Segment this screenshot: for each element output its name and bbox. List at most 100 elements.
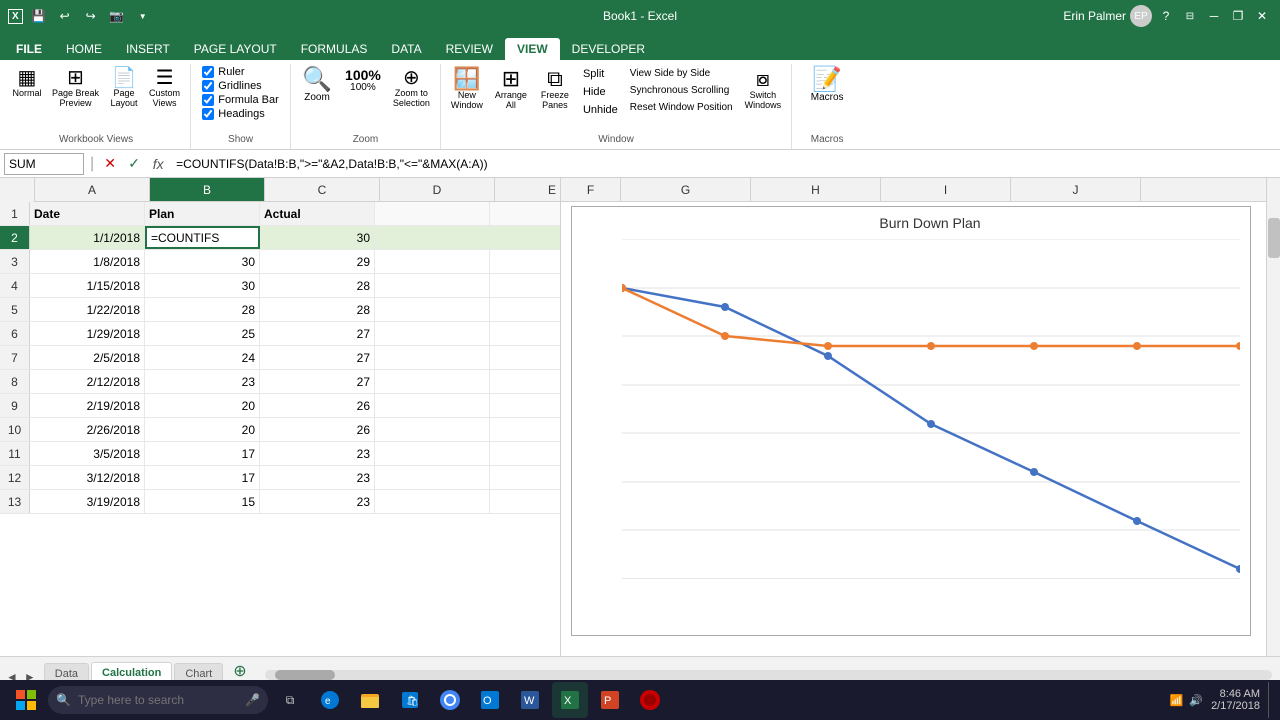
cell-D1[interactable] <box>375 202 490 225</box>
minimize-btn[interactable]: ─ <box>1204 6 1224 26</box>
cell-A13[interactable]: 3/19/2018 <box>30 490 145 513</box>
col-header-D[interactable]: D <box>380 178 495 201</box>
cell-E13[interactable] <box>490 490 560 513</box>
chrome-btn[interactable] <box>432 682 468 718</box>
show-desktop-btn[interactable] <box>1268 682 1272 718</box>
cell-D6[interactable] <box>375 322 490 345</box>
cell-A9[interactable]: 2/19/2018 <box>30 394 145 417</box>
cell-E10[interactable] <box>490 418 560 441</box>
tab-review[interactable]: REVIEW <box>434 38 505 60</box>
btn-page-layout[interactable]: 📄 PageLayout <box>105 66 143 110</box>
cell-C6[interactable]: 27 <box>260 322 375 345</box>
cell-D11[interactable] <box>375 442 490 465</box>
cell-B11[interactable]: 17 <box>145 442 260 465</box>
col-header-I[interactable]: I <box>881 178 1011 201</box>
sound-icon[interactable]: 🔊 <box>1189 694 1203 707</box>
cell-E5[interactable] <box>490 298 560 321</box>
cell-A11[interactable]: 3/5/2018 <box>30 442 145 465</box>
cell-B2[interactable]: =COUNTIFS <box>145 226 260 249</box>
cell-C11[interactable]: 23 <box>260 442 375 465</box>
btn-reset-position[interactable]: Reset Window Position <box>626 100 737 115</box>
confirm-btn[interactable]: ✓ <box>124 154 144 174</box>
cell-A3[interactable]: 1/8/2018 <box>30 250 145 273</box>
btn-zoom-selection[interactable]: ⊕ Zoom toSelection <box>389 66 434 110</box>
cell-A6[interactable]: 1/29/2018 <box>30 322 145 345</box>
cell-E8[interactable] <box>490 370 560 393</box>
help-btn[interactable]: ? <box>1156 6 1176 26</box>
cell-B10[interactable]: 20 <box>145 418 260 441</box>
btn-new-window[interactable]: 🪟 NewWindow <box>447 66 487 112</box>
cell-D2[interactable] <box>375 226 490 249</box>
task-view-btn[interactable]: ⧉ <box>272 682 308 718</box>
btn-sync-scrolling[interactable]: Synchronous Scrolling <box>626 83 737 98</box>
cell-E1[interactable] <box>490 202 560 225</box>
cell-A1[interactable]: Date <box>30 202 145 225</box>
btn-arrange-all[interactable]: ⊞ ArrangeAll <box>491 66 531 112</box>
close-btn[interactable]: ✕ <box>1252 6 1272 26</box>
cell-D3[interactable] <box>375 250 490 273</box>
red-circle-btn[interactable] <box>632 682 668 718</box>
cell-D5[interactable] <box>375 298 490 321</box>
outlook-btn[interactable]: O <box>472 682 508 718</box>
cell-C3[interactable]: 29 <box>260 250 375 273</box>
btn-zoom[interactable]: 🔍 Zoom <box>297 66 337 105</box>
cell-E2[interactable] <box>490 226 560 249</box>
cell-D10[interactable] <box>375 418 490 441</box>
col-header-E[interactable]: E <box>495 178 560 201</box>
cell-D8[interactable] <box>375 370 490 393</box>
cell-A5[interactable]: 1/22/2018 <box>30 298 145 321</box>
col-header-H[interactable]: H <box>751 178 881 201</box>
cell-A7[interactable]: 2/5/2018 <box>30 346 145 369</box>
quick-access-redo[interactable]: ↪ <box>81 6 101 26</box>
cell-E11[interactable] <box>490 442 560 465</box>
col-header-B[interactable]: B <box>150 178 265 201</box>
cell-D13[interactable] <box>375 490 490 513</box>
cell-E6[interactable] <box>490 322 560 345</box>
quick-access-save[interactable]: 💾 <box>29 6 49 26</box>
btn-custom-views[interactable]: ☰ CustomViews <box>145 66 184 110</box>
cell-A12[interactable]: 3/12/2018 <box>30 466 145 489</box>
cell-B8[interactable]: 23 <box>145 370 260 393</box>
tab-developer[interactable]: DEVELOPER <box>560 38 657 60</box>
col-header-A[interactable]: A <box>35 178 150 201</box>
btn-view-side-by-side[interactable]: View Side by Side <box>626 66 737 81</box>
cell-C7[interactable]: 27 <box>260 346 375 369</box>
quick-access-screenshot[interactable]: 📷 <box>107 6 127 26</box>
taskbar-search[interactable] <box>48 686 268 714</box>
user-avatar[interactable]: EP <box>1130 5 1152 27</box>
store-btn[interactable]: 🛍 <box>392 682 428 718</box>
cell-E7[interactable] <box>490 346 560 369</box>
cell-A8[interactable]: 2/12/2018 <box>30 370 145 393</box>
formula-input[interactable] <box>172 153 1276 175</box>
cell-E9[interactable] <box>490 394 560 417</box>
cell-C8[interactable]: 27 <box>260 370 375 393</box>
cell-C4[interactable]: 28 <box>260 274 375 297</box>
cell-C10[interactable]: 26 <box>260 418 375 441</box>
tab-file[interactable]: FILE <box>4 38 54 60</box>
btn-split[interactable]: Split <box>579 66 622 82</box>
checkbox-ruler[interactable]: Ruler <box>202 66 279 78</box>
horizontal-scrollbar[interactable] <box>265 670 1272 680</box>
btn-freeze-panes[interactable]: ⧉ FreezePanes <box>535 66 575 112</box>
tab-pagelayout[interactable]: PAGE LAYOUT <box>182 38 289 60</box>
col-header-G[interactable]: G <box>621 178 751 201</box>
quick-access-undo[interactable]: ↩ <box>55 6 75 26</box>
cell-D9[interactable] <box>375 394 490 417</box>
checkbox-gridlines[interactable]: Gridlines <box>202 80 279 92</box>
quick-access-dropdown[interactable]: ▼ <box>133 6 153 26</box>
chart-object[interactable]: Burn Down Plan 35 30 25 20 15 10 5 0 <box>571 206 1251 636</box>
tab-view[interactable]: VIEW <box>505 38 560 60</box>
cell-B12[interactable]: 17 <box>145 466 260 489</box>
cancel-btn[interactable]: ✕ <box>100 154 120 174</box>
insert-function-btn[interactable]: fx <box>148 154 168 174</box>
file-explorer-btn[interactable] <box>352 682 388 718</box>
btn-hide[interactable]: Hide <box>579 84 622 100</box>
cell-A4[interactable]: 1/15/2018 <box>30 274 145 297</box>
word-btn[interactable]: W <box>512 682 548 718</box>
cell-C5[interactable]: 28 <box>260 298 375 321</box>
cell-E4[interactable] <box>490 274 560 297</box>
cell-B3[interactable]: 30 <box>145 250 260 273</box>
vertical-scrollbar[interactable] <box>1266 178 1280 656</box>
cell-B7[interactable]: 24 <box>145 346 260 369</box>
cell-B1[interactable]: Plan <box>145 202 260 225</box>
